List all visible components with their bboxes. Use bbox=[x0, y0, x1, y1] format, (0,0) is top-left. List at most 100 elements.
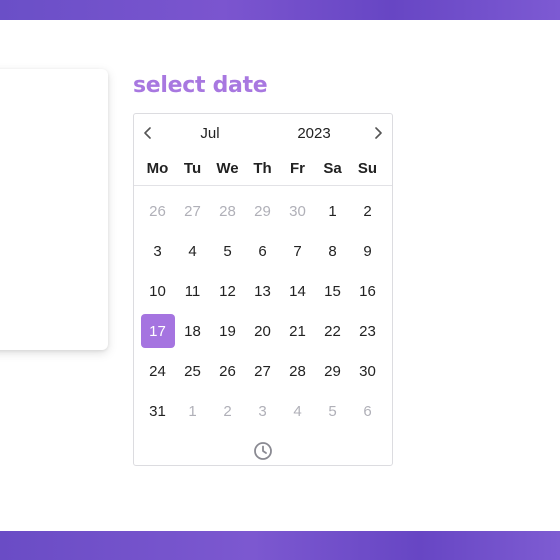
day-cell[interactable]: 23 bbox=[350, 311, 385, 351]
weekday-label: Th bbox=[253, 160, 272, 177]
adjacent-month-day-cell[interactable]: 28 bbox=[210, 191, 245, 231]
day-cell[interactable]: 25 bbox=[175, 351, 210, 391]
day-number: 6 bbox=[258, 242, 267, 260]
next-month-button[interactable] bbox=[368, 123, 388, 143]
weekday-header-row: Mo Tu We Th Fr Sa Su bbox=[134, 152, 392, 186]
day-number: 2 bbox=[363, 202, 372, 220]
day-cell[interactable]: 3 bbox=[140, 231, 175, 271]
day-number: 28 bbox=[289, 362, 306, 380]
day-grid: 26 27 28 29 30 1 2 3 4 5 6 7 8 9 10 11 12 13 14 15 16 17 18 19 2… bbox=[134, 186, 392, 431]
day-cell[interactable]: 27 bbox=[245, 351, 280, 391]
day-number: 29 bbox=[254, 202, 271, 220]
weekday-label: Fr bbox=[290, 160, 305, 177]
adjacent-month-day-cell[interactable]: 29 bbox=[245, 191, 280, 231]
previous-month-button[interactable] bbox=[138, 123, 158, 143]
top-gradient-band bbox=[0, 0, 560, 20]
day-number: 27 bbox=[254, 362, 271, 380]
left-panel-card bbox=[0, 69, 108, 350]
day-number: 21 bbox=[289, 322, 306, 340]
day-cell[interactable]: 28 bbox=[280, 351, 315, 391]
day-number: 15 bbox=[324, 282, 341, 300]
day-number: 14 bbox=[289, 282, 306, 300]
time-picker-button[interactable] bbox=[251, 439, 275, 463]
chevron-right-icon bbox=[375, 127, 382, 139]
day-cell[interactable]: 10 bbox=[140, 271, 175, 311]
day-number: 10 bbox=[149, 282, 166, 300]
day-number: 2 bbox=[223, 402, 232, 420]
adjacent-month-day-cell[interactable]: 4 bbox=[280, 391, 315, 431]
day-number: 17 bbox=[140, 314, 175, 348]
day-cell[interactable]: 7 bbox=[280, 231, 315, 271]
day-number: 3 bbox=[258, 402, 267, 420]
day-number: 20 bbox=[254, 322, 271, 340]
day-cell[interactable]: 31 bbox=[140, 391, 175, 431]
calendar-week-row: 17 18 19 20 21 22 23 bbox=[140, 311, 392, 351]
day-number: 28 bbox=[219, 202, 236, 220]
day-cell[interactable]: 22 bbox=[315, 311, 350, 351]
day-number: 11 bbox=[184, 282, 201, 300]
day-cell[interactable]: 14 bbox=[280, 271, 315, 311]
day-cell[interactable]: 9 bbox=[350, 231, 385, 271]
day-cell[interactable]: 5 bbox=[210, 231, 245, 271]
calendar-week-row: 26 27 28 29 30 1 2 bbox=[140, 191, 392, 231]
day-number: 3 bbox=[153, 242, 162, 260]
day-number: 1 bbox=[328, 202, 337, 220]
day-number: 18 bbox=[184, 322, 201, 340]
day-cell[interactable]: 21 bbox=[280, 311, 315, 351]
date-field-label: select date bbox=[133, 73, 268, 98]
day-cell[interactable]: 15 bbox=[315, 271, 350, 311]
day-cell[interactable]: 12 bbox=[210, 271, 245, 311]
calendar-week-row: 24 25 26 27 28 29 30 bbox=[140, 351, 392, 391]
calendar-week-row: 3 4 5 6 7 8 9 bbox=[140, 231, 392, 271]
day-cell[interactable]: 13 bbox=[245, 271, 280, 311]
day-number: 31 bbox=[149, 402, 166, 420]
day-cell[interactable]: 16 bbox=[350, 271, 385, 311]
adjacent-month-day-cell[interactable]: 5 bbox=[315, 391, 350, 431]
day-number: 1 bbox=[188, 402, 197, 420]
day-number: 25 bbox=[184, 362, 201, 380]
day-number: 4 bbox=[188, 242, 197, 260]
weekday-label: We bbox=[216, 160, 239, 177]
day-cell[interactable]: 29 bbox=[315, 351, 350, 391]
day-number: 30 bbox=[289, 202, 306, 220]
day-cell[interactable]: 11 bbox=[175, 271, 210, 311]
day-number: 30 bbox=[359, 362, 376, 380]
day-cell[interactable]: 18 bbox=[175, 311, 210, 351]
weekday-label: Tu bbox=[183, 160, 202, 177]
chevron-left-icon bbox=[144, 127, 151, 139]
day-cell[interactable]: 4 bbox=[175, 231, 210, 271]
day-number: 5 bbox=[328, 402, 337, 420]
day-cell[interactable]: 2 bbox=[350, 191, 385, 231]
day-number: 4 bbox=[293, 402, 302, 420]
day-cell[interactable]: 30 bbox=[350, 351, 385, 391]
adjacent-month-day-cell[interactable]: 26 bbox=[140, 191, 175, 231]
day-cell[interactable]: 24 bbox=[140, 351, 175, 391]
adjacent-month-day-cell[interactable]: 3 bbox=[245, 391, 280, 431]
adjacent-month-day-cell[interactable]: 6 bbox=[350, 391, 385, 431]
adjacent-month-day-cell[interactable]: 2 bbox=[210, 391, 245, 431]
day-cell[interactable]: 1 bbox=[315, 191, 350, 231]
day-number: 22 bbox=[324, 322, 341, 340]
calendar-week-row: 31 1 2 3 4 5 6 bbox=[140, 391, 392, 431]
day-cell[interactable]: 26 bbox=[210, 351, 245, 391]
month-selector[interactable]: Jul bbox=[190, 125, 230, 142]
adjacent-month-day-cell[interactable]: 27 bbox=[175, 191, 210, 231]
day-cell[interactable]: 8 bbox=[315, 231, 350, 271]
clock-icon bbox=[254, 442, 272, 460]
day-number: 13 bbox=[254, 282, 271, 300]
calendar-footer bbox=[134, 431, 392, 471]
day-cell[interactable]: 20 bbox=[245, 311, 280, 351]
calendar-header: Jul 2023 bbox=[134, 114, 392, 152]
selected-day-cell[interactable]: 17 bbox=[140, 311, 175, 351]
day-number: 8 bbox=[328, 242, 337, 260]
bottom-gradient-band bbox=[0, 531, 560, 560]
day-number: 5 bbox=[223, 242, 232, 260]
day-number: 12 bbox=[219, 282, 236, 300]
adjacent-month-day-cell[interactable]: 30 bbox=[280, 191, 315, 231]
adjacent-month-day-cell[interactable]: 1 bbox=[175, 391, 210, 431]
day-number: 29 bbox=[324, 362, 341, 380]
year-selector[interactable]: 2023 bbox=[290, 125, 338, 142]
day-number: 6 bbox=[363, 402, 372, 420]
day-cell[interactable]: 19 bbox=[210, 311, 245, 351]
day-cell[interactable]: 6 bbox=[245, 231, 280, 271]
